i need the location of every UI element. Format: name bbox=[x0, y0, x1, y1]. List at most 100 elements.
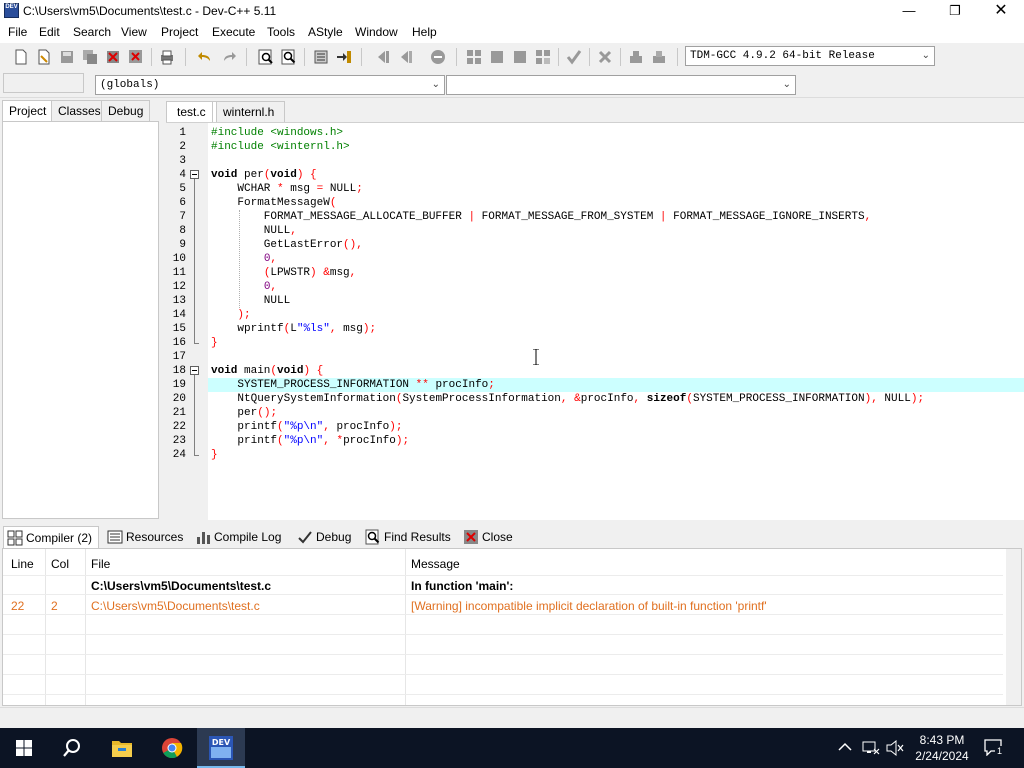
column-header-file[interactable]: File bbox=[91, 557, 110, 571]
code-line[interactable]: 23 printf("%p\n", *procInfo); bbox=[166, 434, 1024, 448]
code-line[interactable]: 8 NULL, bbox=[166, 224, 1024, 238]
tab-classes[interactable]: Classes bbox=[51, 100, 108, 121]
message-message[interactable]: In function 'main': bbox=[411, 579, 513, 593]
tab-compiler[interactable]: Compiler (2) bbox=[3, 526, 100, 548]
replace-icon[interactable] bbox=[281, 49, 297, 65]
code-line[interactable]: 17 bbox=[166, 350, 1024, 364]
messages-scrollbar[interactable] bbox=[1006, 549, 1021, 705]
compile-icon[interactable] bbox=[466, 49, 482, 65]
menu-view[interactable]: View bbox=[121, 25, 147, 39]
column-header-message[interactable]: Message bbox=[411, 557, 460, 571]
scope-select[interactable]: (globals) ⌄ bbox=[95, 75, 445, 95]
code-line[interactable]: 18 void main(void) { bbox=[166, 364, 1024, 378]
rebuild-icon[interactable] bbox=[535, 49, 551, 65]
function-select[interactable]: ⌄ bbox=[446, 75, 796, 95]
menu-tools[interactable]: Tools bbox=[267, 25, 295, 39]
devcpp-app-icon[interactable]: DEV bbox=[4, 3, 19, 18]
code-line[interactable]: 24} bbox=[166, 448, 1024, 462]
close-file-icon[interactable] bbox=[105, 49, 121, 65]
print-icon[interactable] bbox=[159, 49, 175, 65]
open-file-icon[interactable] bbox=[36, 49, 52, 65]
undo-icon[interactable] bbox=[197, 49, 213, 65]
class-back-icon[interactable] bbox=[375, 49, 391, 65]
tab-debug[interactable]: Debug bbox=[101, 100, 151, 121]
new-file-icon[interactable] bbox=[13, 49, 29, 65]
code-line[interactable]: 9 GetLastError(), bbox=[166, 238, 1024, 252]
menu-execute[interactable]: Execute bbox=[212, 25, 255, 39]
menu-window[interactable]: Window bbox=[355, 25, 398, 39]
close-all-icon[interactable] bbox=[128, 49, 144, 65]
taskbar-file-explorer[interactable] bbox=[98, 728, 146, 768]
save-all-icon[interactable] bbox=[82, 49, 98, 65]
menu-file[interactable]: File bbox=[8, 25, 27, 39]
tab-test-c[interactable]: test.c bbox=[166, 101, 217, 123]
code-line[interactable]: 21 per(); bbox=[166, 406, 1024, 420]
tab-winternl-h[interactable]: winternl.h bbox=[212, 101, 286, 122]
restore-button[interactable]: ❐ bbox=[932, 0, 978, 22]
menu-edit[interactable]: Edit bbox=[39, 25, 60, 39]
code-line[interactable]: 1 #include <windows.h> bbox=[166, 126, 1024, 140]
column-header-col[interactable]: Col bbox=[51, 557, 69, 571]
minimize-button[interactable]: — bbox=[886, 0, 932, 22]
network-icon[interactable] bbox=[862, 740, 880, 756]
code-line[interactable]: 20 NtQuerySystemInformation(SystemProces… bbox=[166, 392, 1024, 406]
compiler-select[interactable]: TDM-GCC 4.9.2 64-bit Release ⌄ bbox=[685, 46, 935, 66]
code-line[interactable]: 6 FormatMessageW( bbox=[166, 196, 1024, 210]
tab-close[interactable]: Close bbox=[460, 526, 519, 548]
system-clock[interactable]: 8:43 PM 2/24/2024 bbox=[906, 732, 978, 764]
taskbar-search-button[interactable] bbox=[48, 728, 96, 768]
start-button[interactable] bbox=[0, 728, 48, 768]
title-bar[interactable]: DEV C:\Users\vm5\Documents\test.c - Dev-… bbox=[0, 0, 1024, 22]
tab-resources[interactable]: Resources bbox=[104, 526, 189, 548]
project-tree[interactable] bbox=[2, 121, 159, 519]
message-file[interactable]: C:\Users\vm5\Documents\test.c bbox=[91, 599, 260, 613]
menu-astyle[interactable]: AStyle bbox=[308, 25, 343, 39]
code-line[interactable]: 19 SYSTEM_PROCESS_INFORMATION ** procInf… bbox=[166, 378, 1024, 392]
syntax-check-icon[interactable] bbox=[566, 49, 582, 65]
code-line[interactable]: 11 (LPWSTR) &msg, bbox=[166, 266, 1024, 280]
tab-project[interactable]: Project bbox=[2, 100, 54, 122]
compiler-messages[interactable]: Line Col File Message C:\Users\vm5\Docum… bbox=[2, 548, 1022, 706]
redo-icon[interactable] bbox=[221, 49, 237, 65]
code-line[interactable]: 13 NULL bbox=[166, 294, 1024, 308]
volume-muted-icon[interactable] bbox=[886, 740, 904, 756]
fold-toggle-icon[interactable] bbox=[190, 366, 199, 375]
code-line[interactable]: 7 FORMAT_MESSAGE_ALLOCATE_BUFFER | FORMA… bbox=[166, 210, 1024, 224]
code-line[interactable]: 22 printf("%p\n", procInfo); bbox=[166, 420, 1024, 434]
tab-debug-output[interactable]: Debug bbox=[294, 526, 357, 548]
menu-project[interactable]: Project bbox=[161, 25, 198, 39]
message-col[interactable]: 2 bbox=[51, 599, 58, 613]
fold-toggle-icon[interactable] bbox=[190, 170, 199, 179]
close-window-button[interactable]: ✕ bbox=[978, 0, 1024, 22]
run-icon[interactable] bbox=[489, 49, 505, 65]
column-header-line[interactable]: Line bbox=[11, 557, 34, 571]
message-line[interactable]: 22 bbox=[11, 599, 24, 613]
save-icon[interactable] bbox=[59, 49, 75, 65]
chevron-up-icon[interactable] bbox=[838, 742, 852, 752]
menu-search[interactable]: Search bbox=[73, 25, 111, 39]
message-message[interactable]: [Warning] incompatible implicit declarat… bbox=[411, 599, 767, 613]
code-line[interactable]: 14 ); bbox=[166, 308, 1024, 322]
tab-find-results[interactable]: Find Results bbox=[362, 526, 457, 548]
empty-combo[interactable] bbox=[3, 73, 84, 93]
code-line[interactable]: 4 void per(void) { bbox=[166, 168, 1024, 182]
code-line[interactable]: 5 WCHAR * msg = NULL; bbox=[166, 182, 1024, 196]
taskbar-devcpp[interactable]: DEV bbox=[197, 728, 245, 768]
profile-icon[interactable] bbox=[628, 49, 644, 65]
goto-line-icon[interactable] bbox=[336, 49, 352, 65]
code-line[interactable]: 12 0, bbox=[166, 280, 1024, 294]
code-line[interactable]: 3 bbox=[166, 154, 1024, 168]
stop-icon[interactable] bbox=[430, 49, 446, 65]
profile-delete-icon[interactable] bbox=[651, 49, 667, 65]
find-icon[interactable] bbox=[258, 49, 274, 65]
message-file[interactable]: C:\Users\vm5\Documents\test.c bbox=[91, 579, 271, 593]
code-editor[interactable]: 1 #include <windows.h> 2 #include <winternl… bbox=[166, 122, 1024, 520]
indent-icon[interactable] bbox=[313, 49, 329, 65]
code-line[interactable]: 16} bbox=[166, 336, 1024, 350]
code-line[interactable]: 2 #include <winternl.h> bbox=[166, 140, 1024, 154]
notification-center[interactable]: 1 bbox=[984, 738, 1005, 758]
code-line[interactable]: 10 0, bbox=[166, 252, 1024, 266]
compile-run-icon[interactable] bbox=[512, 49, 528, 65]
menu-help[interactable]: Help bbox=[412, 25, 437, 39]
tab-compile-log[interactable]: Compile Log bbox=[192, 526, 287, 548]
